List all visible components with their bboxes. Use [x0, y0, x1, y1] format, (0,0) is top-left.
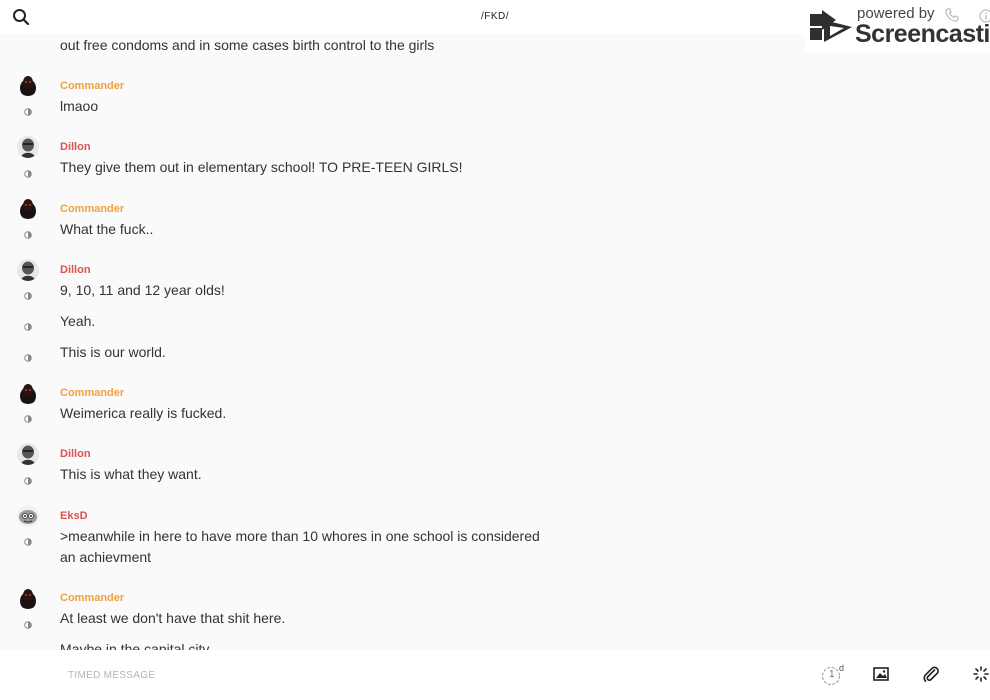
message-author[interactable]: Commander: [60, 80, 124, 92]
message-status-icon: [24, 226, 32, 239]
message-text: At least we don't have that shit here.: [60, 610, 286, 626]
message-text: This is our world.: [60, 344, 166, 360]
loading-spinner-icon[interactable]: [972, 665, 990, 685]
phone-icon[interactable]: [945, 8, 959, 27]
message-text: What the fuck..: [60, 221, 154, 237]
timer-value: 1: [829, 669, 835, 680]
paperclip-icon[interactable]: [922, 665, 942, 685]
message-text: >meanwhile in here to have more than 10 …: [60, 528, 540, 544]
message-author[interactable]: Commander: [60, 203, 124, 215]
message-author[interactable]: Commander: [60, 387, 124, 399]
message-text: Maybe in the capital city.: [60, 641, 213, 650]
message-status-icon: [24, 103, 32, 116]
watermark-brand: Screencastify: [855, 20, 990, 48]
message-author[interactable]: Dillon: [60, 141, 91, 153]
message-status-icon: [24, 165, 32, 178]
message-status-icon: [24, 318, 32, 331]
avatar-commander[interactable]: [17, 587, 39, 609]
image-icon[interactable]: [872, 665, 892, 685]
message-status-icon: [24, 410, 32, 423]
screencastify-logo-icon: [808, 8, 854, 51]
avatar-eksd[interactable]: [17, 505, 39, 527]
message-text: an achievment: [60, 549, 152, 565]
info-icon[interactable]: [979, 9, 990, 28]
avatar-commander[interactable]: [17, 197, 39, 219]
message-author[interactable]: Dillon: [60, 264, 91, 276]
timed-message-input[interactable]: [60, 666, 796, 684]
avatar-dillon[interactable]: [17, 443, 39, 465]
avatar-commander[interactable]: [17, 382, 39, 404]
timer-unit: d: [839, 663, 845, 673]
message-list[interactable]: out free condoms and in some cases birth…: [0, 34, 990, 650]
message-status-icon: [24, 472, 32, 485]
avatar-dillon[interactable]: [17, 136, 39, 158]
message-status-icon: [24, 349, 32, 362]
message-text: Weimerica really is fucked.: [60, 405, 227, 421]
message-author[interactable]: Dillon: [60, 448, 91, 460]
message-text: lmaoo: [60, 98, 99, 114]
message-text: 9, 10, 11 and 12 year olds!: [60, 282, 225, 298]
message-status-icon: [24, 287, 32, 300]
message-text: Yeah.: [60, 313, 96, 329]
screencastify-watermark: powered by Screencastify: [805, 0, 990, 52]
message-text: They give them out in elementary school!…: [60, 159, 463, 175]
message-text: out free condoms and in some cases birth…: [60, 37, 435, 53]
message-status-icon: [24, 616, 32, 629]
avatar-commander[interactable]: [17, 74, 39, 96]
message-author[interactable]: EksD: [60, 510, 88, 522]
message-author[interactable]: Commander: [60, 592, 124, 604]
composer-bar: 1 d: [0, 650, 990, 700]
avatar-dillon[interactable]: [17, 259, 39, 281]
message-text: This is what they want.: [60, 466, 202, 482]
message-status-icon: [24, 533, 32, 546]
